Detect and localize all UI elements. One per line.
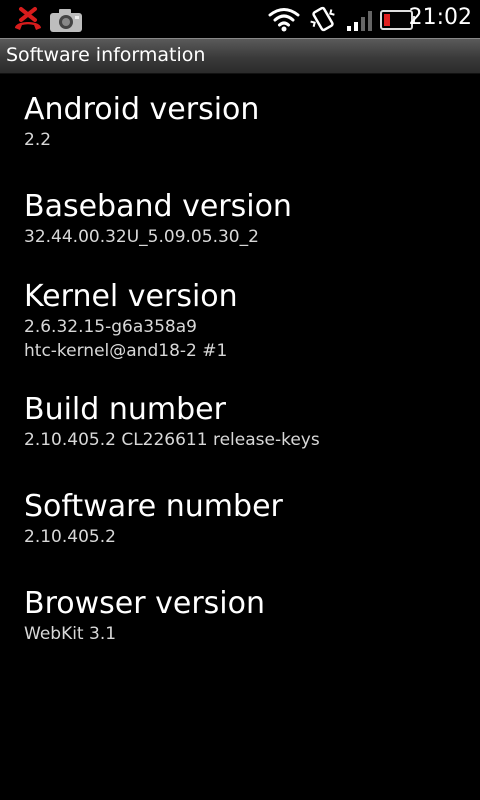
clock: 21:02 xyxy=(408,5,472,30)
vibrate-icon xyxy=(308,4,338,34)
item-label: Software number xyxy=(24,489,283,524)
list-item-baseband-version: Baseband version 32.44.00.32U_5.09.05.30… xyxy=(24,189,292,249)
wifi-icon xyxy=(268,6,300,32)
list-item-software-number: Software number 2.10.405.2 xyxy=(24,489,283,549)
item-value: 2.10.405.2 CL226611 release-keys xyxy=(24,430,320,450)
list-item-kernel-version: Kernel version 2.6.32.15-g6a358a9 htc-ke… xyxy=(24,279,238,363)
item-label: Baseband version xyxy=(24,189,292,224)
item-value: 2.6.32.15-g6a358a9 xyxy=(24,317,197,337)
item-value: WebKit 3.1 xyxy=(24,624,117,644)
page-title: Software information xyxy=(6,44,206,66)
item-label: Kernel version xyxy=(24,279,238,314)
list-item-android-version: Android version 2.2 xyxy=(24,92,259,152)
item-value: htc-kernel@and18-2 #1 xyxy=(24,341,228,361)
item-value: 2.2 xyxy=(24,130,52,150)
camera-icon[interactable] xyxy=(48,6,84,34)
title-bar: Software information xyxy=(0,38,480,74)
list-item-build-number: Build number 2.10.405.2 CL226611 release… xyxy=(24,392,320,452)
item-value: 2.10.405.2 xyxy=(24,527,116,547)
item-label: Browser version xyxy=(24,586,265,621)
status-bar: 21:02 xyxy=(0,0,480,38)
item-label: Android version xyxy=(24,92,260,127)
list-item-browser-version: Browser version WebKit 3.1 xyxy=(24,586,265,646)
signal-icon xyxy=(345,8,375,32)
missed-call-icon[interactable] xyxy=(12,6,44,34)
item-label: Build number xyxy=(24,392,226,427)
item-value: 32.44.00.32U_5.09.05.30_2 xyxy=(24,227,259,247)
